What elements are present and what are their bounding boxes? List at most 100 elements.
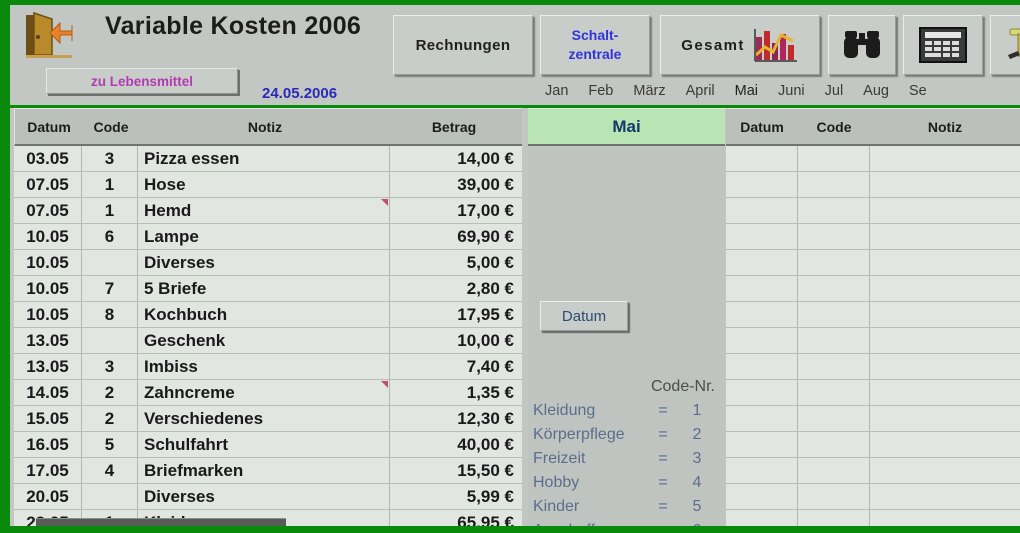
cell-datum[interactable]: 10.05 xyxy=(14,250,82,275)
month-tab-feb[interactable]: Feb xyxy=(578,83,623,99)
table-row[interactable] xyxy=(726,198,1020,224)
month-tab-mai[interactable]: Mai xyxy=(725,83,768,99)
horizontal-scrollbar[interactable] xyxy=(36,518,286,526)
cell-betrag[interactable]: 40,00 € xyxy=(390,432,522,457)
month-tab-märz[interactable]: März xyxy=(623,83,675,99)
table-row[interactable]: 10.05 Diverses 5,00 € xyxy=(14,250,522,276)
table-row[interactable]: 20.05 Diverses 5,99 € xyxy=(14,484,522,510)
table-row[interactable] xyxy=(726,510,1020,526)
table-row[interactable]: 03.05 3 Pizza essen 14,00 € xyxy=(14,146,522,172)
cell-code[interactable]: 7 xyxy=(82,276,138,301)
cell-betrag[interactable]: 5,00 € xyxy=(390,250,522,275)
cell-betrag[interactable]: 39,00 € xyxy=(390,172,522,197)
table-row[interactable]: 07.05 1 Hemd 17,00 € xyxy=(14,198,522,224)
cell-notiz[interactable]: Zahncreme xyxy=(138,380,390,405)
cell-empty[interactable] xyxy=(870,484,1020,509)
month-tab-april[interactable]: April xyxy=(676,83,725,99)
cell-notiz[interactable]: Hemd xyxy=(138,198,390,223)
table-row[interactable]: 10.05 7 5 Briefe 2,80 € xyxy=(14,276,522,302)
cell-empty[interactable] xyxy=(870,224,1020,249)
cell-datum[interactable]: 10.05 xyxy=(14,302,82,327)
cell-datum[interactable]: 13.05 xyxy=(14,354,82,379)
cell-empty[interactable] xyxy=(798,432,870,457)
cell-notiz[interactable]: Schulfahrt xyxy=(138,432,390,457)
column-header-datum-right[interactable]: Datum xyxy=(726,119,798,135)
cell-empty[interactable] xyxy=(870,146,1020,171)
table-row[interactable] xyxy=(726,276,1020,302)
cell-betrag[interactable]: 10,00 € xyxy=(390,328,522,353)
cell-code[interactable]: 5 xyxy=(82,432,138,457)
table-row[interactable] xyxy=(726,484,1020,510)
cell-notiz[interactable]: Kochbuch xyxy=(138,302,390,327)
cell-empty[interactable] xyxy=(870,328,1020,353)
table-row[interactable] xyxy=(726,406,1020,432)
month-tab-strip[interactable]: Jan Feb März April Mai Juni Jul Aug Se xyxy=(535,83,1020,105)
table-row[interactable]: 13.05 3 Imbiss 7,40 € xyxy=(14,354,522,380)
cell-betrag[interactable]: 1,35 € xyxy=(390,380,522,405)
column-header-notiz[interactable]: Notiz xyxy=(139,119,391,135)
cell-empty[interactable] xyxy=(726,458,798,483)
cell-empty[interactable] xyxy=(870,172,1020,197)
cell-empty[interactable] xyxy=(870,510,1020,526)
cell-betrag[interactable]: 15,50 € xyxy=(390,458,522,483)
cell-empty[interactable] xyxy=(798,250,870,275)
table-row[interactable] xyxy=(726,432,1020,458)
cell-empty[interactable] xyxy=(870,458,1020,483)
cell-empty[interactable] xyxy=(870,432,1020,457)
cell-empty[interactable] xyxy=(798,328,870,353)
tools-button[interactable] xyxy=(990,15,1020,75)
cell-code[interactable]: 2 xyxy=(82,406,138,431)
gesamt-button[interactable]: Gesamt xyxy=(660,15,820,75)
cell-empty[interactable] xyxy=(726,406,798,431)
cell-empty[interactable] xyxy=(798,302,870,327)
rechnungen-button[interactable]: Rechnungen xyxy=(393,15,533,75)
cell-empty[interactable] xyxy=(726,224,798,249)
table-row[interactable]: 17.05 4 Briefmarken 15,50 € xyxy=(14,458,522,484)
cell-code[interactable] xyxy=(82,328,138,353)
cell-notiz[interactable]: Diverses xyxy=(138,250,390,275)
table-row[interactable] xyxy=(726,250,1020,276)
table-row[interactable] xyxy=(726,380,1020,406)
cell-empty[interactable] xyxy=(798,458,870,483)
cell-notiz[interactable]: Pizza essen xyxy=(138,146,390,171)
cell-betrag[interactable]: 5,99 € xyxy=(390,484,522,509)
calculator-button[interactable] xyxy=(903,15,983,75)
cell-betrag[interactable]: 2,80 € xyxy=(390,276,522,301)
cell-datum[interactable]: 10.05 xyxy=(14,276,82,301)
cell-datum[interactable]: 20.05 xyxy=(14,484,82,509)
cell-empty[interactable] xyxy=(726,146,798,171)
table-row[interactable]: 16.05 5 Schulfahrt 40,00 € xyxy=(14,432,522,458)
month-tab-se[interactable]: Se xyxy=(899,83,937,99)
table-row[interactable] xyxy=(726,146,1020,172)
cell-betrag[interactable]: 17,00 € xyxy=(390,198,522,223)
column-header-code[interactable]: Code xyxy=(83,119,139,135)
cell-empty[interactable] xyxy=(870,406,1020,431)
month-tab-jan[interactable]: Jan xyxy=(535,83,578,99)
cell-notiz[interactable]: 5 Briefe xyxy=(138,276,390,301)
column-header-code-right[interactable]: Code xyxy=(798,119,870,135)
cell-empty[interactable] xyxy=(726,380,798,405)
cell-datum[interactable]: 07.05 xyxy=(14,172,82,197)
exit-door-icon[interactable] xyxy=(20,11,82,63)
cell-betrag[interactable]: 17,95 € xyxy=(390,302,522,327)
cell-empty[interactable] xyxy=(870,302,1020,327)
table-row[interactable]: 13.05 Geschenk 10,00 € xyxy=(14,328,522,354)
cell-empty[interactable] xyxy=(798,146,870,171)
cell-empty[interactable] xyxy=(798,354,870,379)
cell-empty[interactable] xyxy=(726,172,798,197)
month-tab-juni[interactable]: Juni xyxy=(768,83,815,99)
cell-empty[interactable] xyxy=(798,406,870,431)
cell-empty[interactable] xyxy=(870,380,1020,405)
table-row[interactable] xyxy=(726,302,1020,328)
cell-notiz[interactable]: Hose xyxy=(138,172,390,197)
cell-datum[interactable]: 13.05 xyxy=(14,328,82,353)
cell-empty[interactable] xyxy=(726,484,798,509)
cell-empty[interactable] xyxy=(798,172,870,197)
cell-notiz[interactable]: Diverses xyxy=(138,484,390,509)
zu-lebensmittel-button[interactable]: zu Lebensmittel xyxy=(46,68,238,94)
cell-empty[interactable] xyxy=(726,354,798,379)
cell-datum[interactable]: 16.05 xyxy=(14,432,82,457)
cell-empty[interactable] xyxy=(870,250,1020,275)
cell-betrag[interactable]: 7,40 € xyxy=(390,354,522,379)
cell-code[interactable]: 6 xyxy=(82,224,138,249)
